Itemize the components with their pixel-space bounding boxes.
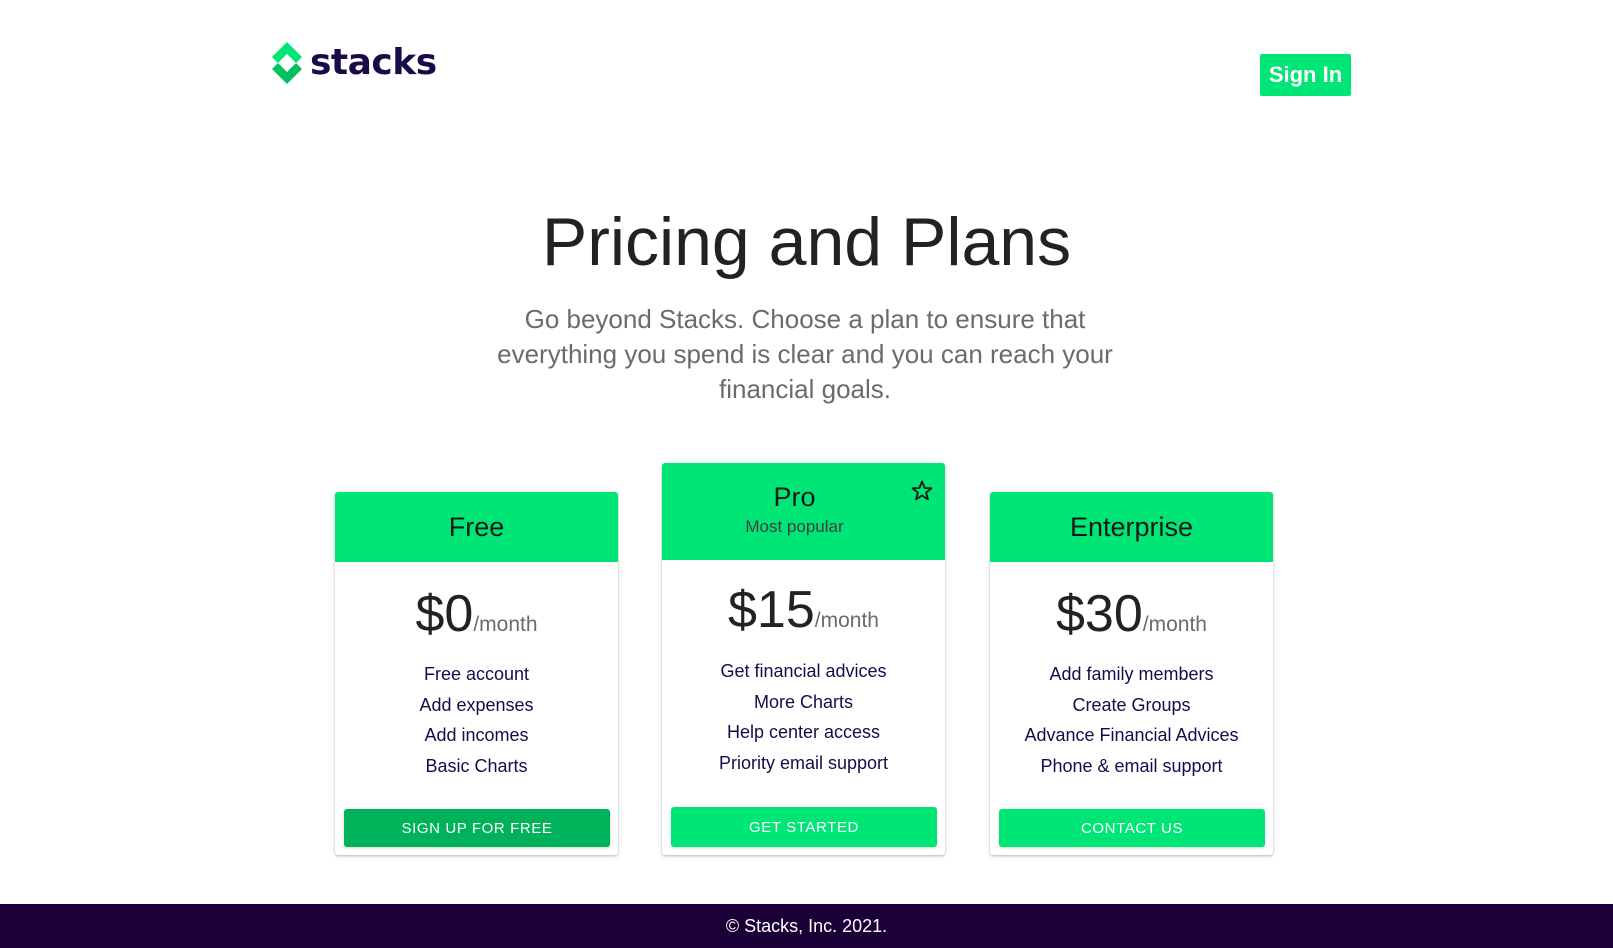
feature-item: Basic Charts bbox=[425, 756, 528, 777]
stacks-logo[interactable]: stacks bbox=[270, 40, 437, 86]
feature-item: More Charts bbox=[753, 691, 854, 712]
feature-item: Get financial advices bbox=[720, 661, 887, 681]
plan-card-free: Free $0/month Free account Add expenses … bbox=[335, 492, 618, 855]
plan-price-row: $0/month bbox=[335, 584, 618, 657]
feature-item: Add incomes bbox=[424, 725, 529, 746]
plan-price: $0 bbox=[415, 585, 474, 643]
stacks-logo-icon bbox=[272, 42, 302, 84]
plan-card-pro: Pro Most popular $15/month Get financial… bbox=[662, 463, 945, 855]
feature-item: Advance Financial Advices bbox=[1024, 725, 1239, 746]
plan-features: Free account Add expenses Add incomes Ba… bbox=[335, 659, 618, 782]
plan-header: Pro Most popular bbox=[662, 463, 945, 560]
contact-us-button[interactable]: Contact us bbox=[999, 809, 1265, 847]
most-popular-label: Most popular bbox=[745, 517, 844, 536]
star-icon bbox=[911, 480, 933, 501]
plan-header: Free bbox=[335, 492, 618, 562]
page-title: Pricing and Plans bbox=[541, 204, 1072, 280]
feature-item: Free account bbox=[423, 664, 530, 684]
plan-period: /month bbox=[473, 613, 538, 636]
plan-period: /month bbox=[814, 609, 879, 632]
get-started-button[interactable]: Get started bbox=[671, 807, 937, 847]
feature-item: Phone & email support bbox=[1040, 756, 1223, 777]
copyright-text: © Stacks, Inc. 2021. bbox=[725, 916, 888, 936]
sign-up-free-button[interactable]: Sign up for free bbox=[344, 809, 610, 847]
plan-price-row: $15/month bbox=[662, 580, 945, 653]
plan-header: Enterprise bbox=[990, 492, 1273, 562]
plan-price-row: $30/month bbox=[990, 584, 1273, 657]
plan-card-enterprise: Enterprise $30/month Add family members … bbox=[990, 492, 1273, 855]
plan-features: Add family members Create Groups Advance… bbox=[990, 659, 1273, 782]
site-header: stacks Sign In bbox=[0, 0, 1613, 140]
sign-in-button[interactable]: Sign In bbox=[1260, 54, 1351, 96]
feature-item: Add family members bbox=[1049, 664, 1214, 684]
plan-name: Pro bbox=[773, 482, 816, 512]
plan-features: Get financial advices More Charts Help c… bbox=[662, 656, 945, 779]
feature-item: Help center access bbox=[726, 722, 881, 743]
plan-period: /month bbox=[1142, 613, 1207, 636]
feature-item: Priority email support bbox=[718, 753, 889, 774]
feature-item: Add expenses bbox=[419, 694, 534, 715]
plan-name: Enterprise bbox=[1069, 512, 1194, 542]
site-footer: © Stacks, Inc. 2021. bbox=[0, 904, 1613, 948]
plan-price: $15 bbox=[728, 581, 815, 639]
page-subtitle: Go beyond Stacks. Choose a plan to ensur… bbox=[497, 304, 1113, 404]
plan-price: $30 bbox=[1056, 585, 1143, 643]
feature-item: Create Groups bbox=[1072, 694, 1191, 715]
logo-wordmark: stacks bbox=[310, 42, 437, 83]
plan-name: Free bbox=[448, 512, 505, 542]
